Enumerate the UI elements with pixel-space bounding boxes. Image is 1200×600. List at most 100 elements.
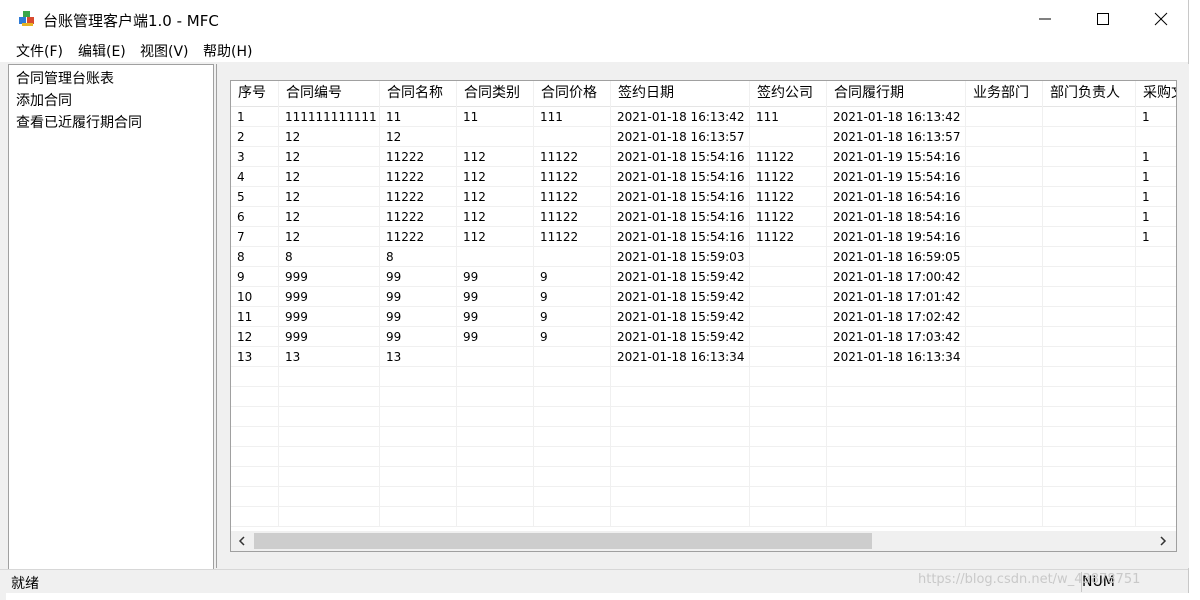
column-header[interactable]: 序号 (231, 81, 279, 107)
table-cell: 11122 (540, 230, 579, 244)
table-cell (534, 347, 611, 367)
table-cell: 2021-01-18 17:03:42 (833, 330, 961, 344)
table-cell: 11222 (386, 170, 425, 184)
minimize-icon (1039, 18, 1051, 20)
table-cell (1043, 267, 1136, 287)
table-cell: 10 (237, 290, 253, 304)
table-cell: 2021-01-18 15:59:42 (617, 310, 745, 324)
column-header[interactable]: 合同编号 (279, 81, 380, 107)
table-cell: 112 (463, 210, 486, 224)
close-icon (1154, 12, 1168, 26)
table-cell: 11222 (386, 230, 425, 244)
desktop-edge-right (1188, 0, 1200, 600)
column-header[interactable]: 签约日期 (611, 81, 750, 107)
table-cell: 2021-01-18 15:54:16 (617, 210, 745, 224)
table-cell: 99 (463, 330, 479, 344)
table-cell (966, 247, 1043, 267)
table-cell: 1 (1142, 170, 1150, 184)
scroll-right-icon[interactable] (1157, 535, 1169, 547)
maximize-icon (1097, 13, 1109, 25)
column-header[interactable]: 合同履行期 (827, 81, 966, 107)
column-header[interactable]: 部门负责人 (1043, 81, 1136, 107)
table-cell: 2021-01-18 18:54:16 (833, 210, 961, 224)
column-header[interactable]: 合同价格 (534, 81, 611, 107)
table-cell: 11 (237, 310, 253, 324)
table-cell (1043, 347, 1136, 367)
column-header[interactable]: 业务部门 (966, 81, 1043, 107)
table-cell (1043, 127, 1136, 147)
scroll-left-icon[interactable] (236, 535, 248, 547)
table-cell: 11122 (756, 170, 795, 184)
menu-edit[interactable]: 编辑(E) (78, 41, 126, 61)
table-cell: 12 (285, 230, 301, 244)
table-cell (966, 207, 1043, 227)
table-cell: 6 (237, 210, 245, 224)
table-cell (1043, 287, 1136, 307)
table-cell (966, 167, 1043, 187)
table-cell (1136, 127, 1176, 147)
menu-view[interactable]: 视图(V) (140, 41, 189, 61)
table-cell: 99 (463, 290, 479, 304)
table-cell (1136, 327, 1176, 347)
minimize-button[interactable] (1016, 0, 1074, 38)
table-cell: 111 (540, 110, 563, 124)
table-cell (750, 347, 827, 367)
table-cell: 1 (1142, 230, 1150, 244)
table-cell: 2021-01-18 16:13:42 (617, 110, 745, 124)
table-cell: 2021-01-18 15:54:16 (617, 150, 745, 164)
nav-item-add-contract[interactable]: 添加合同 (16, 90, 72, 110)
table-cell: 11222 (386, 210, 425, 224)
column-header[interactable]: 签约公司 (750, 81, 827, 107)
horizontal-scrollbar[interactable] (231, 531, 1176, 551)
column-header[interactable]: 采购文 (1136, 81, 1176, 107)
table-cell: 5 (237, 190, 245, 204)
table-cell: 11122 (540, 150, 579, 164)
table-cell: 12 (237, 330, 253, 344)
table-cell: 2021-01-18 16:13:34 (617, 350, 745, 364)
close-button[interactable] (1132, 0, 1190, 38)
table-cell: 7 (237, 230, 245, 244)
table-cell (966, 227, 1043, 247)
table-cell: 99 (463, 270, 479, 284)
table-cell: 99 (463, 310, 479, 324)
table-cell: 2021-01-18 15:54:16 (617, 230, 745, 244)
table-cell: 99 (386, 270, 402, 284)
table-cell: 13 (237, 350, 253, 364)
nav-item-upcoming-contracts[interactable]: 查看已近履行期合同 (16, 112, 142, 132)
table-cell: 2021-01-18 15:59:42 (617, 290, 745, 304)
table-cell: 112 (463, 150, 486, 164)
table-cell: 2021-01-18 16:13:57 (617, 130, 745, 144)
table-cell (750, 247, 827, 267)
table-cell: 2021-01-18 15:54:16 (617, 170, 745, 184)
scroll-thumb[interactable] (254, 533, 872, 549)
table-cell: 2021-01-18 15:59:42 (617, 330, 745, 344)
table-cell: 2021-01-18 17:00:42 (833, 270, 961, 284)
watermark-text: https://blog.csdn.net/w_43878751 (918, 572, 1141, 587)
table-cell: 111 (756, 110, 779, 124)
table-cell: 99 (386, 330, 402, 344)
table-cell: 2021-01-18 17:02:42 (833, 310, 961, 324)
table-cell (966, 147, 1043, 167)
table-cell: 4 (237, 170, 245, 184)
nav-item-ledger[interactable]: 合同管理台账表 (16, 68, 114, 88)
table-cell: 999 (285, 270, 308, 284)
table-cell (1043, 327, 1136, 347)
menu-help[interactable]: 帮助(H) (203, 41, 252, 61)
table-cell: 11122 (540, 190, 579, 204)
table-cell: 11222 (386, 190, 425, 204)
column-header[interactable]: 合同名称 (380, 81, 457, 107)
table-cell: 2021-01-18 15:59:42 (617, 270, 745, 284)
maximize-button[interactable] (1074, 0, 1132, 38)
table-cell: 2021-01-18 19:54:16 (833, 230, 961, 244)
table-cell: 2021-01-18 16:13:57 (833, 130, 961, 144)
menu-file[interactable]: 文件(F) (16, 41, 63, 61)
table-cell (534, 247, 611, 267)
contract-table[interactable]: 序号 合同编号 合同名称 合同类别 合同价格 签约日期 签约公司 合同履行期 业务部门 部门负责人… (230, 80, 1177, 552)
table-cell: 1 (237, 110, 245, 124)
table-cell: 12 (285, 190, 301, 204)
column-header[interactable]: 合同类别 (457, 81, 534, 107)
table-cell (966, 187, 1043, 207)
title-bar[interactable]: 台账管理客户端1.0 - MFC (0, 0, 1188, 38)
table-cell (966, 287, 1043, 307)
table-cell: 9 (540, 290, 548, 304)
